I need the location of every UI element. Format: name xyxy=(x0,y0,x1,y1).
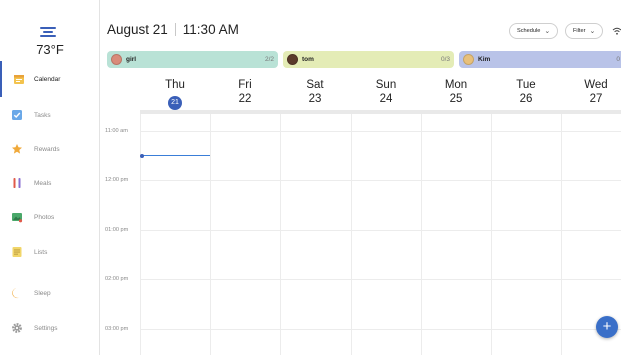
day-number: 24 xyxy=(379,93,393,105)
day-header-thu[interactable]: Thu 21 xyxy=(140,79,210,110)
person-name: girl xyxy=(126,56,137,63)
sidebar-item-label: Settings xyxy=(34,324,58,332)
grid-divider xyxy=(491,114,492,355)
grid-divider xyxy=(210,114,211,355)
day-header-wed[interactable]: Wed 27 xyxy=(561,79,621,105)
sidebar-item-tasks[interactable]: Tasks xyxy=(0,97,100,133)
day-name: Fri xyxy=(238,79,252,91)
checkbox-icon xyxy=(11,109,23,121)
chevron-down-icon: ⌄ xyxy=(544,28,551,35)
time-label: 01:00 pm xyxy=(105,227,129,233)
grid-divider xyxy=(140,279,621,280)
current-time-line xyxy=(141,155,210,156)
filter-label: Filter xyxy=(573,28,586,34)
task-count: 0 xyxy=(616,56,620,63)
time-label: 12:00 pm xyxy=(105,177,129,183)
current-time: 11:30 AM xyxy=(182,22,239,37)
sidebar-item-photos[interactable]: Photos xyxy=(0,199,100,235)
person-bar-girl[interactable]: girl 2/2 xyxy=(107,51,278,68)
day-header-sun[interactable]: Sun 24 xyxy=(351,79,421,105)
avatar xyxy=(463,54,474,65)
day-number: 26 xyxy=(519,93,533,105)
chevron-down-icon: ⌄ xyxy=(589,28,596,35)
sidebar-item-label: Photos xyxy=(34,213,55,221)
sidebar: 73°F Calendar Tasks Rewards Meals Photos xyxy=(0,0,100,355)
grid-divider xyxy=(140,114,141,355)
time-label: 03:00 pm xyxy=(105,326,129,332)
person-bar-kim[interactable]: Kim 0 xyxy=(459,51,621,68)
day-number: 25 xyxy=(449,93,463,105)
menu-icon[interactable] xyxy=(40,27,56,37)
grid-divider xyxy=(140,180,621,181)
calendar-icon xyxy=(13,73,25,85)
day-header-mon[interactable]: Mon 25 xyxy=(421,79,491,105)
divider xyxy=(174,23,176,36)
day-name: Wed xyxy=(584,79,608,91)
day-name: Tue xyxy=(516,79,536,91)
grid-divider xyxy=(421,114,422,355)
calendar-grid[interactable] xyxy=(140,114,621,355)
list-icon xyxy=(11,246,23,258)
photo-icon xyxy=(11,211,23,223)
task-count: 0/3 xyxy=(440,56,450,63)
day-number-today: 21 xyxy=(168,96,182,110)
person-name: tom xyxy=(302,56,314,63)
sidebar-item-meals[interactable]: Meals xyxy=(0,165,100,201)
grid-divider xyxy=(280,114,281,355)
sidebar-item-label: Rewards xyxy=(34,145,60,153)
sidebar-item-label: Lists xyxy=(34,248,48,256)
avatar xyxy=(111,54,122,65)
day-header-sat[interactable]: Sat 23 xyxy=(280,79,350,105)
day-header-tue[interactable]: Tue 26 xyxy=(491,79,561,105)
grid-divider xyxy=(351,114,352,355)
day-number: 27 xyxy=(589,93,603,105)
sidebar-item-calendar[interactable]: Calendar xyxy=(0,61,100,97)
schedule-view-label: Schedule xyxy=(517,28,541,34)
wifi-icon xyxy=(612,27,621,35)
time-label: 11:00 am xyxy=(105,128,128,134)
current-date: August 21 xyxy=(107,22,168,37)
sidebar-item-label: Sleep xyxy=(34,289,51,297)
sidebar-item-lists[interactable]: Lists xyxy=(0,234,100,270)
person-name: Kim xyxy=(478,56,491,63)
grid-divider xyxy=(140,131,621,132)
day-name: Mon xyxy=(444,79,468,91)
date-time-header: August 21 11:30 AM xyxy=(107,22,239,37)
day-name: Sat xyxy=(306,79,324,91)
person-bar-tom[interactable]: tom 0/3 xyxy=(283,51,454,68)
day-header-fri[interactable]: Fri 22 xyxy=(210,79,280,105)
grid-divider xyxy=(140,230,621,231)
schedule-view-dropdown[interactable]: Schedule ⌄ xyxy=(509,23,559,39)
day-name: Thu xyxy=(165,79,185,91)
moon-icon xyxy=(11,287,23,299)
task-count: 2/2 xyxy=(264,56,274,63)
time-label: 02:00 pm xyxy=(105,276,129,282)
grid-divider xyxy=(561,114,562,355)
sidebar-item-label: Calendar xyxy=(34,75,61,83)
sidebar-item-sleep[interactable]: Sleep xyxy=(0,275,100,311)
sidebar-item-label: Tasks xyxy=(34,111,51,119)
day-number: 23 xyxy=(308,93,322,105)
star-icon xyxy=(11,143,23,155)
avatar xyxy=(287,54,298,65)
gear-icon xyxy=(11,322,23,334)
sidebar-item-label: Meals xyxy=(34,179,52,187)
day-number: 22 xyxy=(238,93,252,105)
add-event-button[interactable]: + xyxy=(596,316,618,338)
utensils-icon xyxy=(11,177,23,189)
sidebar-item-settings[interactable]: Settings xyxy=(0,310,100,346)
grid-divider xyxy=(140,329,621,330)
current-time-dot xyxy=(140,153,144,158)
sidebar-item-rewards[interactable]: Rewards xyxy=(0,131,100,167)
filter-dropdown[interactable]: Filter ⌄ xyxy=(565,23,604,39)
temperature: 73°F xyxy=(36,42,64,57)
day-name: Sun xyxy=(375,79,397,91)
